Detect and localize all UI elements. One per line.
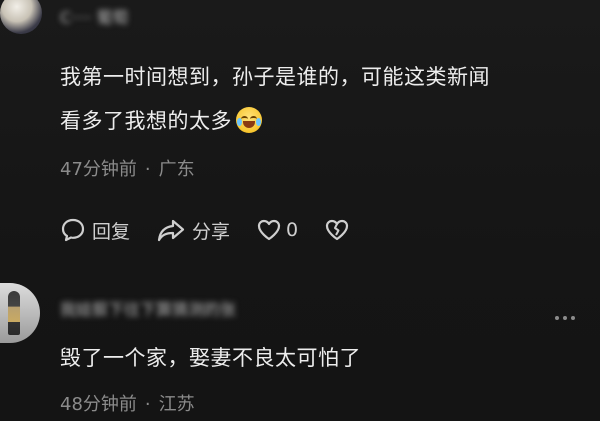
reply-label: 回复 (92, 220, 131, 243)
comment-text-line: 看多了我想的太多 (60, 109, 232, 133)
avatar[interactable] (0, 283, 40, 343)
comment-meta: 47分钟前 · 广东 (60, 155, 195, 181)
dislike-button[interactable] (324, 218, 350, 242)
crying-laughing-emoji-icon (236, 107, 262, 133)
comment-actions: 回复 分享 0 (60, 213, 376, 247)
comment-text-line: 我第一时间想到，孙子是谁的，可能这类新闻 (60, 65, 490, 89)
share-label: 分享 (192, 220, 231, 243)
comment-location: 江苏 (158, 394, 195, 415)
comment-username[interactable]: 我娃狠下往下算猜测的张 (60, 296, 236, 320)
broken-heart-icon (324, 218, 350, 242)
more-dots-icon[interactable] (550, 308, 580, 328)
comment-username[interactable]: C···· 葡萄 (60, 4, 129, 28)
comment-bubble-icon (60, 217, 86, 243)
comment-time: 48分钟前 (60, 394, 137, 415)
share-arrow-icon (156, 217, 186, 243)
comment-text: 我第一时间想到，孙子是谁的，可能这类新闻 看多了我想的太多 (60, 55, 580, 143)
avatar[interactable] (0, 0, 42, 34)
comment-location: 广东 (158, 159, 195, 180)
comment-text: 毁了一个家，娶妻不良太可怕了 (60, 346, 361, 370)
comment-meta: 48分钟前 · 江苏 (60, 390, 195, 416)
comment-list: C···· 葡萄 我第一时间想到，孙子是谁的，可能这类新闻 看多了我想的太多 4… (0, 0, 600, 421)
meta-separator: · (144, 159, 151, 180)
comment-time: 47分钟前 (60, 159, 137, 180)
reply-button[interactable]: 回复 (60, 217, 130, 244)
heart-icon (256, 218, 282, 242)
meta-separator: · (144, 394, 151, 415)
like-count: 0 (286, 219, 299, 241)
share-button[interactable]: 分享 (156, 217, 230, 244)
like-button[interactable]: 0 (256, 218, 298, 242)
